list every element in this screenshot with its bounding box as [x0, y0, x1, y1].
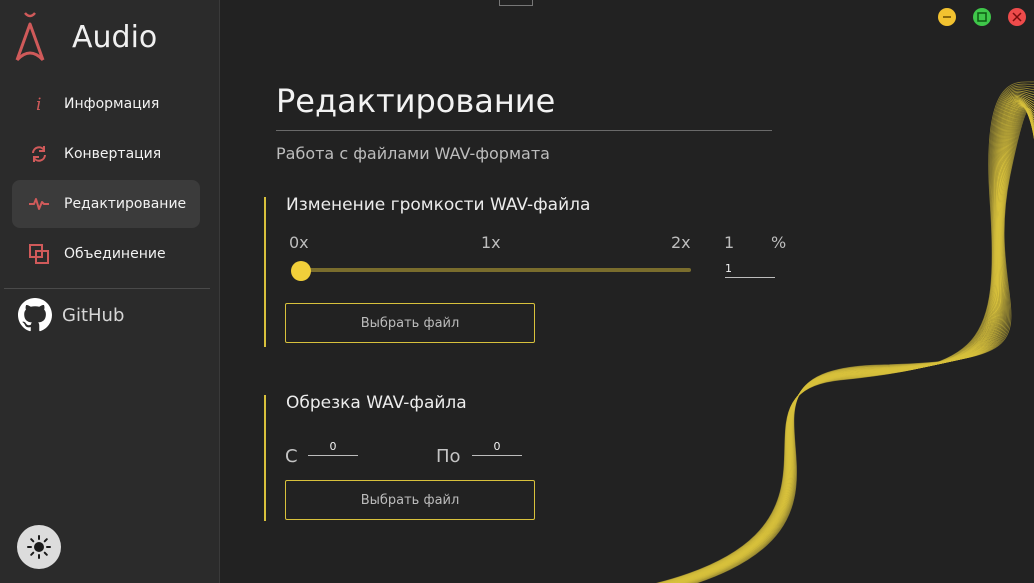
close-icon — [1012, 12, 1022, 22]
close-button[interactable] — [1008, 8, 1026, 26]
tick-label: 0x — [289, 233, 309, 252]
volume-percent-value: 1 — [724, 233, 735, 252]
sidebar-item-label: Конвертация — [64, 146, 162, 162]
tick-label: 2x — [671, 233, 691, 252]
github-label: GitHub — [62, 304, 125, 326]
page-subtitle: Работа с файлами WAV-формата — [276, 144, 550, 163]
waveform-icon — [26, 191, 52, 217]
svg-text:i: i — [36, 95, 41, 114]
trim-from-label: С — [285, 446, 298, 467]
maximize-icon — [977, 12, 987, 22]
minimize-icon — [943, 16, 951, 18]
volume-slider-thumb[interactable] — [291, 261, 311, 281]
volume-section-title: Изменение громкости WAV-файла — [286, 195, 591, 215]
title-divider — [276, 130, 772, 131]
sidebar-item-convert[interactable]: Конвертация — [12, 130, 200, 178]
drag-handle[interactable] — [499, 0, 533, 6]
app-title: Audio — [72, 20, 158, 55]
volume-percent-input[interactable] — [725, 262, 775, 278]
info-icon: i — [26, 91, 52, 117]
sidebar: Audio i Информация Конвертация Редактиро… — [0, 0, 220, 583]
trim-from-input[interactable] — [308, 440, 358, 456]
github-icon — [18, 298, 52, 332]
tick-label: 1x — [481, 233, 501, 252]
app-logo-icon — [15, 12, 45, 62]
merge-icon — [26, 241, 52, 267]
choose-file-button-volume[interactable]: Выбрать файл — [285, 303, 535, 343]
sidebar-item-label: Редактирование — [64, 196, 187, 212]
volume-slider-track[interactable] — [300, 268, 691, 272]
trim-section-title: Обрезка WAV-файла — [286, 393, 467, 413]
trim-to-input[interactable] — [472, 440, 522, 456]
trim-to-label: По — [436, 446, 461, 467]
sidebar-divider — [4, 288, 210, 289]
sun-icon — [27, 535, 51, 559]
sidebar-item-label: Объединение — [64, 246, 166, 262]
sidebar-item-edit[interactable]: Редактирование — [12, 180, 200, 228]
trim-section-accent — [264, 395, 266, 521]
choose-file-button-trim[interactable]: Выбрать файл — [285, 480, 535, 520]
percent-sign: % — [771, 233, 787, 252]
minimize-button[interactable] — [938, 8, 956, 26]
volume-section-accent — [264, 197, 266, 347]
page-title: Редактирование — [276, 82, 556, 120]
maximize-button[interactable] — [973, 8, 991, 26]
sidebar-item-info[interactable]: i Информация — [12, 80, 200, 128]
github-link[interactable]: GitHub — [18, 298, 124, 332]
convert-icon — [26, 141, 52, 167]
sidebar-item-merge[interactable]: Объединение — [12, 230, 200, 278]
theme-toggle-button[interactable] — [17, 525, 61, 569]
sidebar-item-label: Информация — [64, 96, 160, 112]
